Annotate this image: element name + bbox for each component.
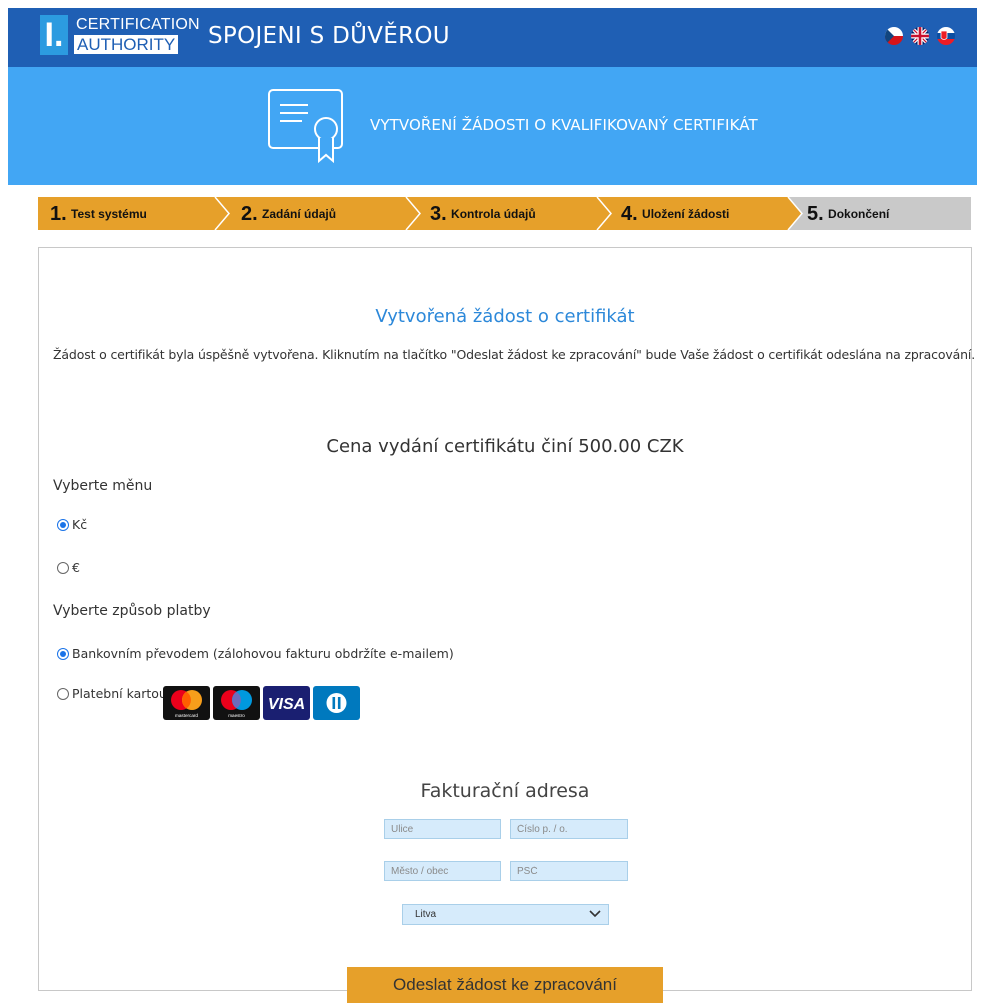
price-text: Cena vydání certifikátu činí 500.00 CZK (326, 436, 684, 457)
wizard-steps: 1. Test systému 2. Zadání údajů 3. Kontr… (38, 197, 971, 230)
payment-option-bank[interactable]: Bankovním převodem (zálohovou fakturu ob… (57, 645, 454, 663)
radio-button[interactable] (57, 562, 69, 574)
radio-button[interactable] (57, 648, 69, 660)
zip-input[interactable] (510, 861, 628, 881)
card-logos: mastercard maestro VISA (163, 686, 360, 720)
radio-button[interactable] (57, 519, 69, 531)
top-header: I. CERTIFICATION AUTHORITY SPOJENI S DŮV… (8, 8, 977, 67)
czech-flag-icon[interactable] (885, 27, 903, 45)
logo-letter: I. (40, 15, 68, 55)
currency-label: Vyberte měnu (53, 478, 153, 494)
step-5: 5. Dokončení (807, 203, 890, 225)
language-switcher (885, 27, 955, 45)
logo-line1: CERTIFICATION (76, 16, 200, 33)
currency-option-czk[interactable]: Kč (57, 516, 87, 534)
street-input[interactable] (384, 819, 501, 839)
step-4: 4. Uložení žádosti (621, 203, 730, 225)
step-2: 2. Zadání údajů (241, 203, 337, 225)
page-banner: VYTVOŘENÍ ŽÁDOSTI O KVALIFIKOVANÝ CERTIF… (8, 67, 977, 185)
country-select-value: Litva (415, 909, 437, 920)
slovak-flag-icon[interactable] (937, 27, 955, 45)
page-heading: Vytvořená žádost o certifikát (375, 306, 635, 327)
banner-title: VYTVOŘENÍ ŽÁDOSTI O KVALIFIKOVANÝ CERTIF… (370, 116, 758, 134)
house-number-input[interactable] (510, 819, 628, 839)
main-panel: Vytvořená žádost o certifikát Žádost o c… (38, 247, 976, 991)
uk-flag-icon[interactable] (911, 27, 929, 45)
country-select[interactable]: Litva (402, 904, 609, 925)
step-3: 3. Kontrola údajů (430, 203, 536, 225)
visa-icon: VISA (263, 686, 310, 720)
billing-heading: Fakturační adresa (420, 780, 590, 802)
svg-text:mastercard: mastercard (175, 713, 198, 718)
city-input[interactable] (384, 861, 501, 881)
logo[interactable]: I. CERTIFICATION AUTHORITY (40, 15, 200, 55)
diners-club-icon (313, 686, 360, 720)
payment-option-card[interactable]: Platební kartou (57, 685, 167, 703)
option-label: Platební kartou (72, 686, 167, 701)
option-label: Bankovním převodem (zálohovou fakturu ob… (72, 646, 454, 661)
currency-option-eur[interactable]: € (57, 559, 80, 577)
brand-title: SPOJENI S DŮVĚROU (208, 23, 450, 49)
option-label: € (72, 560, 80, 575)
svg-text:maestro: maestro (228, 713, 245, 718)
payment-label: Vyberte způsob platby (53, 603, 211, 619)
svg-text:VISA: VISA (268, 696, 305, 713)
mastercard-icon: mastercard (163, 686, 210, 720)
option-label: Kč (72, 517, 88, 532)
intro-text: Žádost o certifikát byla úspěšně vytvoře… (53, 347, 976, 362)
chevron-down-icon (589, 910, 601, 918)
certificate-icon (268, 89, 343, 164)
maestro-icon: maestro (213, 686, 260, 720)
radio-button[interactable] (57, 688, 69, 700)
submit-request-button[interactable]: Odeslat žádost ke zpracování (347, 967, 663, 1003)
step-1: 1. Test systému (50, 203, 147, 225)
logo-line2: AUTHORITY (74, 35, 179, 54)
